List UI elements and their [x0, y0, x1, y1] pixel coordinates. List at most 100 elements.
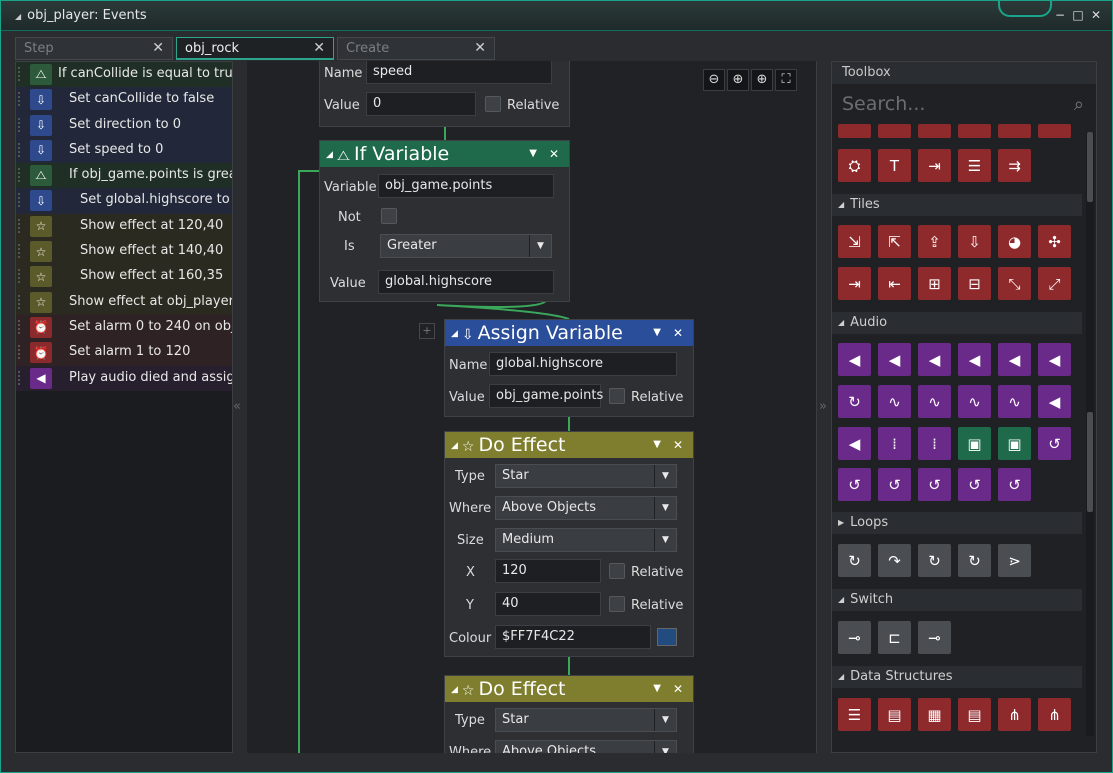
tab-obj-rock[interactable]: obj_rock ✕	[176, 37, 334, 60]
document-icon[interactable]: ☰	[958, 149, 991, 182]
type-select[interactable]: Star ▼	[495, 464, 677, 488]
list-item[interactable]: ⏰ Set alarm 0 to 240 on obj_g	[16, 314, 232, 341]
pause-all-audio-icon[interactable]: ◀	[998, 343, 1031, 376]
scrollbar-thumb[interactable]	[1087, 412, 1093, 512]
pie-icon[interactable]: ◕	[998, 225, 1031, 258]
section-data-structures[interactable]: ◢ Data Structures	[832, 666, 1082, 688]
default-case-icon[interactable]: ⊸	[918, 621, 951, 654]
list-item[interactable]: ⇩ Set canCollide to false	[16, 87, 232, 113]
audio-wave-icon[interactable]: ∿	[958, 385, 991, 418]
audio-wave-icon[interactable]: ∿	[998, 385, 1031, 418]
stack-icon[interactable]: ▤	[958, 698, 991, 731]
section-tiles[interactable]: ◢ Tiles	[832, 194, 1082, 216]
tab-step[interactable]: Step ✕	[15, 37, 173, 60]
audio-wave-icon[interactable]: ∿	[878, 385, 911, 418]
collapse-triangle-icon[interactable]: ◢	[326, 150, 333, 160]
tree-icon[interactable]: ⋔	[998, 698, 1031, 731]
audio-group-icon[interactable]: ▣	[998, 427, 1031, 460]
node-header[interactable]: ◢ ⇩ Assign Variable ▼ ✕	[445, 320, 693, 346]
audio-emitter-icon[interactable]: ⁞	[878, 427, 911, 460]
drag-handle-icon[interactable]	[18, 370, 22, 385]
toolbox-item[interactable]	[878, 124, 911, 138]
drag-handle-icon[interactable]	[18, 193, 22, 208]
tile-move-icon[interactable]: ⤡	[998, 267, 1031, 300]
dropdown-icon[interactable]: ▼	[653, 676, 661, 702]
play-audio-icon[interactable]: ◀	[838, 343, 871, 376]
where-select[interactable]: Above Objects ▼	[495, 496, 677, 520]
audio-loop-icon[interactable]: ↺	[878, 468, 911, 501]
text-icon[interactable]: T	[878, 149, 911, 182]
collapse-right-icon[interactable]: »	[819, 399, 827, 414]
list-icon[interactable]: ☰	[838, 698, 871, 731]
tile-icon[interactable]: ⇱	[878, 225, 911, 258]
audio-loop-icon[interactable]: ↺	[1038, 427, 1071, 460]
drag-handle-icon[interactable]	[18, 67, 22, 81]
variable-field[interactable]: obj_game.points	[378, 174, 554, 198]
node-canvas[interactable]: Name speed Value 0 Relative ◢ ⧍ If Variabl…	[247, 61, 817, 753]
grid-icon[interactable]: ▦	[918, 698, 951, 731]
audio-wave-icon[interactable]: ∿	[918, 385, 951, 418]
drag-handle-icon[interactable]	[18, 218, 22, 233]
tile-up-icon[interactable]: ⇪	[918, 225, 951, 258]
section-loops[interactable]: ▶ Loops	[832, 512, 1082, 534]
drag-handle-icon[interactable]	[18, 92, 22, 107]
not-checkbox[interactable]	[381, 208, 397, 224]
collapse-triangle-icon[interactable]: ◢	[451, 685, 458, 695]
zoom-reset-icon[interactable]: ⊕	[727, 69, 749, 91]
dropdown-icon[interactable]: ▼	[653, 432, 661, 458]
zoom-in-icon[interactable]: ⊕	[751, 69, 773, 91]
list-item[interactable]: ⇩ Set global.highscore to o	[16, 188, 232, 214]
scatter-icon[interactable]: ✣	[1038, 225, 1071, 258]
dropdown-icon[interactable]: ▼	[529, 141, 537, 167]
audio-loop-icon[interactable]: ↺	[958, 468, 991, 501]
tile-set-icon[interactable]: ⊞	[918, 267, 951, 300]
toolbox-search-input[interactable]: Search... ⌕	[832, 88, 1096, 120]
list-item[interactable]: ☆ Show effect at obj_player.x	[16, 289, 232, 315]
switch-icon[interactable]: ⊸	[838, 621, 871, 654]
close-icon[interactable]: ✕	[673, 320, 683, 346]
case-icon[interactable]: ⊏	[878, 621, 911, 654]
minimize-icon[interactable]: −	[1052, 7, 1068, 23]
title-bar[interactable]: ◢ obj_player: Events − □ ✕	[1, 1, 1112, 31]
tile-icon[interactable]: ⇲	[838, 225, 871, 258]
tree-icon[interactable]: ⋔	[1038, 698, 1071, 731]
drag-handle-icon[interactable]	[18, 142, 22, 157]
node-header[interactable]: ◢ ☆ Do Effect ▼ ✕	[445, 676, 693, 702]
section-switch[interactable]: ◢ Switch	[832, 589, 1082, 611]
x-field[interactable]: 120	[495, 559, 601, 583]
relative-checkbox[interactable]	[609, 388, 625, 404]
close-icon[interactable]: ✕	[673, 432, 683, 458]
toolbox-scrollbar[interactable]	[1086, 132, 1094, 736]
drag-handle-icon[interactable]	[18, 117, 22, 132]
y-field[interactable]: 40	[495, 592, 601, 616]
zoom-out-icon[interactable]: ⊖	[703, 69, 725, 91]
name-field[interactable]: global.highscore	[489, 352, 677, 376]
stop-all-audio-icon[interactable]: ◀	[918, 343, 951, 376]
drag-handle-icon[interactable]	[18, 319, 22, 334]
toolbox-item[interactable]	[1038, 124, 1071, 138]
scrollbar-thumb[interactable]	[1087, 132, 1093, 202]
is-select[interactable]: Greater ▼	[380, 234, 552, 258]
where-select[interactable]: Above Objects ▼	[495, 740, 677, 753]
section-audio[interactable]: ◢ Audio	[832, 312, 1082, 334]
list-item[interactable]: ⧍ If obj_game.points is greate	[16, 163, 232, 189]
close-icon[interactable]: ✕	[673, 676, 683, 702]
colour-swatch[interactable]	[657, 628, 677, 646]
do-effect-node[interactable]: ◢ ☆ Do Effect ▼ ✕ Type Star ▼ Where Above Obj…	[444, 675, 694, 753]
stop-audio-icon[interactable]: ◀	[878, 343, 911, 376]
import-text-icon[interactable]: ⇥	[918, 149, 951, 182]
resume-audio-icon[interactable]: ◀	[1038, 343, 1071, 376]
grid-icon[interactable]: ▤	[878, 698, 911, 731]
maximize-icon[interactable]: □	[1070, 7, 1086, 23]
tab-create[interactable]: Create ✕	[337, 37, 495, 60]
collapse-triangle-icon[interactable]: ◢	[15, 12, 21, 21]
while-icon[interactable]: ↷	[878, 544, 911, 577]
assign-variable-node[interactable]: ◢ ⇩ Assign Variable ▼ ✕ Name global.highscor…	[444, 319, 694, 417]
tab-close-icon[interactable]: ✕	[152, 40, 164, 56]
collapse-triangle-icon[interactable]: ◢	[451, 329, 458, 339]
relative-checkbox[interactable]	[609, 596, 625, 612]
add-node-icon[interactable]: +	[419, 323, 435, 339]
tile-out-icon[interactable]: ⇤	[878, 267, 911, 300]
audio-emitter-icon[interactable]: ⁞	[918, 427, 951, 460]
tile-in-icon[interactable]: ⇥	[838, 267, 871, 300]
